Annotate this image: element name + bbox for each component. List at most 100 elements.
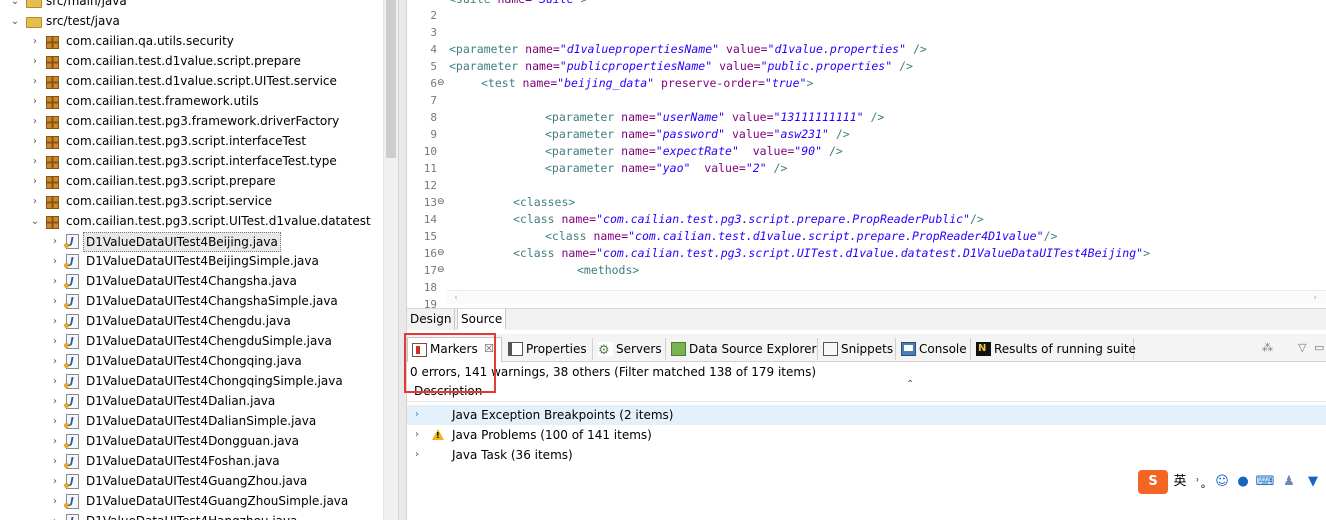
tab-design[interactable]: Design (407, 309, 456, 330)
view-sash[interactable] (398, 0, 407, 520)
chevron-right-icon[interactable]: › (50, 452, 60, 472)
tree-scrollbar-thumb[interactable] (386, 0, 396, 158)
tab-results-of-running-suite[interactable]: Results of running suite (972, 338, 1136, 360)
tree-item-package[interactable]: › com.cailian.test.d1value.script.prepare (0, 52, 383, 72)
view-menu-icon[interactable]: ⁂ (1262, 338, 1273, 358)
keyboard-icon[interactable]: ⌨ (1254, 470, 1276, 494)
tree-item-package[interactable]: › com.cailian.test.pg3.script.interfaceTe… (0, 132, 383, 152)
chevron-right-icon[interactable]: › (415, 425, 425, 445)
chevron-right-icon[interactable]: › (50, 292, 60, 312)
chevron-right-icon[interactable]: › (415, 405, 425, 425)
tab-properties[interactable]: Properties (504, 338, 593, 360)
chevron-right-icon[interactable]: › (50, 272, 60, 292)
tree-item-package[interactable]: › com.cailian.test.d1value.script.UITest.… (0, 72, 383, 92)
marker-category-row[interactable]: › Java Problems (100 of 141 items) (407, 425, 1326, 445)
marker-category-row[interactable]: › Java Exception Breakpoints (2 items) (407, 405, 1326, 425)
tab-data-source-explorer[interactable]: Data Source Explorer (667, 338, 818, 360)
skin-icon[interactable]: ▼ (1302, 470, 1324, 494)
fold-toggle-icon[interactable]: ⊖ (437, 262, 447, 279)
code-token: <class (545, 229, 594, 243)
microphone-icon[interactable]: ● (1234, 470, 1252, 494)
tab-console[interactable]: Console (897, 338, 971, 360)
tree-item-java-file[interactable]: › D1ValueDataUITest4GuangZhouSimple.java (0, 492, 383, 512)
chevron-right-icon[interactable]: › (50, 312, 60, 332)
punctuation-icon[interactable]: ˒˳ (1192, 470, 1210, 494)
tree-item-source-folder[interactable]: ⌄ src/test/java (0, 12, 383, 32)
chevron-right-icon[interactable]: › (50, 232, 60, 252)
tree-item-package[interactable]: › com.cailian.qa.utils.security (0, 32, 383, 52)
tree-item-java-file[interactable]: › D1ValueDataUITest4ChangshaSimple.java (0, 292, 383, 312)
tree-item-java-file[interactable]: › D1ValueDataUITest4Changsha.java (0, 272, 383, 292)
tree-item-java-file[interactable]: › D1ValueDataUITest4ChengduSimple.java (0, 332, 383, 352)
editor-horizontal-scrollbar[interactable]: ‹ › (447, 290, 1326, 304)
scroll-right-icon[interactable]: › (1308, 291, 1322, 305)
tree-item-java-file[interactable]: › D1ValueDataUITest4Foshan.java (0, 452, 383, 472)
tree-item-source-folder[interactable]: ⌄ src/main/java (0, 0, 383, 12)
chevron-right-icon[interactable]: › (50, 252, 60, 272)
tree-item-java-file[interactable]: › D1ValueDataUITest4Hangzhou.java (0, 512, 383, 520)
chevron-down-icon[interactable]: ⌄ (10, 0, 20, 12)
tree-item-java-file[interactable]: › D1ValueDataUITest4Chongqing.java (0, 352, 383, 372)
chevron-right-icon[interactable]: › (50, 492, 60, 512)
marker-category-row[interactable]: › Java Task (36 items) (407, 445, 1326, 465)
tree-item-java-file[interactable]: › D1ValueDataUITest4Chengdu.java (0, 312, 383, 332)
tree-item-package[interactable]: › com.cailian.test.pg3.framework.driverFa… (0, 112, 383, 132)
xml-source-editor[interactable]: 23456⊖78910111213⊖141516⊖17⊖1819 <suite … (407, 0, 1326, 311)
java-file-icon (64, 254, 79, 269)
emoji-icon[interactable]: ☺ (1212, 470, 1232, 494)
fold-toggle-icon[interactable]: ⊖ (437, 75, 447, 92)
chevron-right-icon[interactable]: › (30, 192, 40, 212)
tab-markers[interactable]: Markers ☒ (407, 337, 502, 362)
chevron-right-icon[interactable]: › (30, 172, 40, 192)
ime-language-toggle[interactable]: 英 (1170, 470, 1190, 494)
tree-item-package[interactable]: › com.cailian.test.framework.utils (0, 92, 383, 112)
chevron-right-icon[interactable]: › (50, 392, 60, 412)
tree-item-package[interactable]: ⌄ com.cailian.test.pg3.script.UITest.d1va… (0, 212, 383, 232)
chevron-down-icon[interactable]: ⌄ (10, 12, 20, 32)
chevron-right-icon[interactable]: › (415, 445, 425, 465)
tree-item-package[interactable]: › com.cailian.test.pg3.script.interfaceTe… (0, 152, 383, 172)
chevron-right-icon[interactable]: › (30, 32, 40, 52)
chevron-right-icon[interactable]: › (50, 412, 60, 432)
chevron-right-icon[interactable]: › (30, 52, 40, 72)
user-icon[interactable]: ♟ (1278, 470, 1300, 494)
code-token: <parameter (545, 144, 622, 158)
code-token: <classes> (513, 195, 576, 209)
chevron-right-icon[interactable]: › (50, 352, 60, 372)
tab-source[interactable]: Source (457, 309, 507, 330)
code-token: <parameter (449, 42, 526, 56)
tab-snippets[interactable]: Snippets (819, 338, 896, 360)
chevron-down-icon[interactable]: ⌄ (30, 212, 40, 232)
chevron-right-icon[interactable]: › (30, 112, 40, 132)
tree-item-java-file[interactable]: › D1ValueDataUITest4BeijingSimple.java (0, 252, 383, 272)
chevron-right-icon[interactable]: › (50, 332, 60, 352)
chevron-right-icon[interactable]: › (50, 472, 60, 492)
chevron-right-icon[interactable]: › (30, 92, 40, 112)
chevron-right-icon[interactable]: › (30, 132, 40, 152)
tree-item-java-file[interactable]: › D1ValueDataUITest4Beijing.java (0, 232, 383, 252)
chevron-right-icon[interactable]: › (30, 72, 40, 92)
tree-item-java-file[interactable]: › D1ValueDataUITest4Dalian.java (0, 392, 383, 412)
code-area[interactable]: <suite name="Suite"><parameter name="d1v… (449, 0, 1325, 290)
tree-item-java-file[interactable]: › D1ValueDataUITest4ChongqingSimple.java (0, 372, 383, 392)
fold-toggle-icon[interactable]: ⊖ (437, 194, 447, 211)
maximize-icon[interactable]: ▭ (1314, 338, 1324, 358)
scroll-left-icon[interactable]: ‹ (449, 291, 463, 305)
tree-item-package[interactable]: › com.cailian.test.pg3.script.service (0, 192, 383, 212)
java-file-icon (64, 334, 79, 349)
tree-vertical-scrollbar[interactable] (383, 0, 398, 520)
sogou-logo-icon[interactable]: S (1138, 470, 1168, 494)
tree-item-java-file[interactable]: › D1ValueDataUITest4Dongguan.java (0, 432, 383, 452)
chevron-right-icon[interactable]: › (50, 512, 60, 520)
tab-servers[interactable]: Servers (594, 338, 666, 362)
tree-item-java-file[interactable]: › D1ValueDataUITest4GuangZhou.java (0, 472, 383, 492)
close-icon[interactable]: ☒ (484, 338, 494, 360)
tree-item-package[interactable]: › com.cailian.test.pg3.script.prepare (0, 172, 383, 192)
chevron-right-icon[interactable]: › (30, 152, 40, 172)
tree-item-java-file[interactable]: › D1ValueDataUITest4DalianSimple.java (0, 412, 383, 432)
minimize-icon[interactable]: ▽ (1298, 338, 1306, 358)
fold-toggle-icon[interactable]: ⊖ (437, 245, 447, 262)
chevron-right-icon[interactable]: › (50, 372, 60, 392)
column-header-description[interactable]: Description ⌃ (407, 379, 1326, 402)
chevron-right-icon[interactable]: › (50, 432, 60, 452)
